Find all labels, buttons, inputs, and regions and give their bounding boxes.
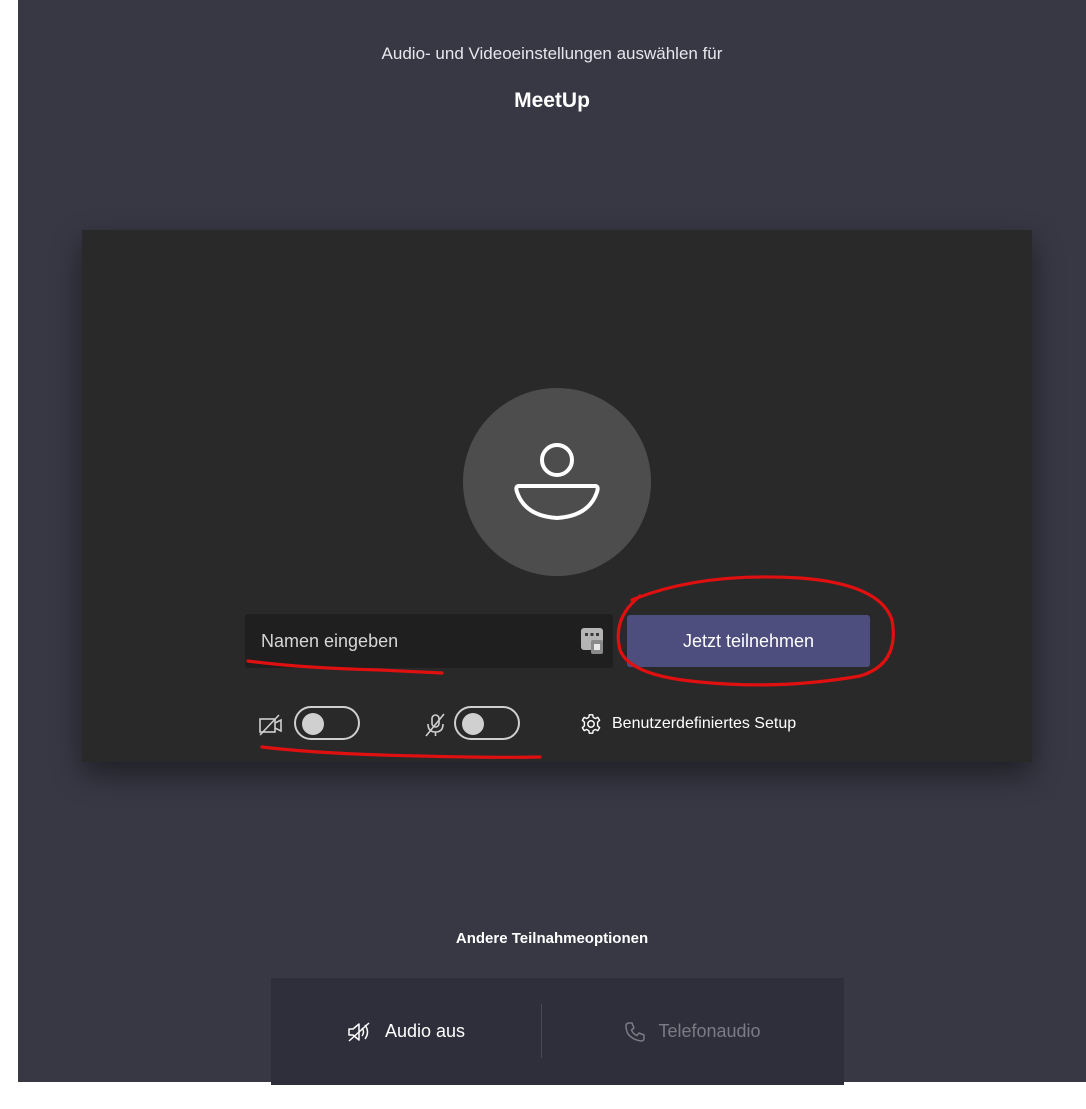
video-preview-panel: Jetzt teilnehmen <box>82 230 1032 762</box>
microphone-toggle-knob <box>462 713 484 735</box>
avatar <box>463 388 651 576</box>
camera-toggle[interactable] <box>294 706 360 740</box>
gear-icon <box>581 714 601 734</box>
meeting-title: MeetUp <box>514 89 590 112</box>
other-join-options-title: Andere Teilnahmeoptionen <box>455 930 649 947</box>
microphone-toggle[interactable] <box>454 706 520 740</box>
camera-off-icon <box>259 714 282 736</box>
device-controls: Benutzerdefiniertes Setup <box>258 704 918 744</box>
phone-icon <box>625 1021 646 1042</box>
speaker-off-icon <box>348 1021 370 1042</box>
audio-off-option[interactable]: Audio aus <box>271 978 541 1085</box>
audio-off-label: Audio aus <box>384 1021 466 1041</box>
join-now-button[interactable]: Jetzt teilnehmen <box>627 615 870 667</box>
custom-setup-button[interactable]: Benutzerdefiniertes Setup <box>580 704 796 744</box>
name-input[interactable] <box>245 614 565 668</box>
other-join-options-panel: Audio aus Telefonaudio <box>271 978 844 1085</box>
camera-toggle-knob <box>302 713 324 735</box>
name-field[interactable] <box>245 614 613 668</box>
meeting-prejoin-screen: Audio- und Videoeinstellungen auswählen … <box>18 0 1086 1085</box>
phone-audio-option[interactable]: Telefonaudio <box>541 978 844 1085</box>
mic-off-icon <box>425 713 445 737</box>
person-icon <box>514 443 600 520</box>
header-subtitle: Audio- und Videoeinstellungen auswählen … <box>381 44 723 63</box>
phone-audio-label: Telefonaudio <box>658 1021 761 1041</box>
custom-setup-label: Benutzerdefiniertes Setup <box>612 715 797 732</box>
keyboard-icon[interactable] <box>580 627 604 655</box>
